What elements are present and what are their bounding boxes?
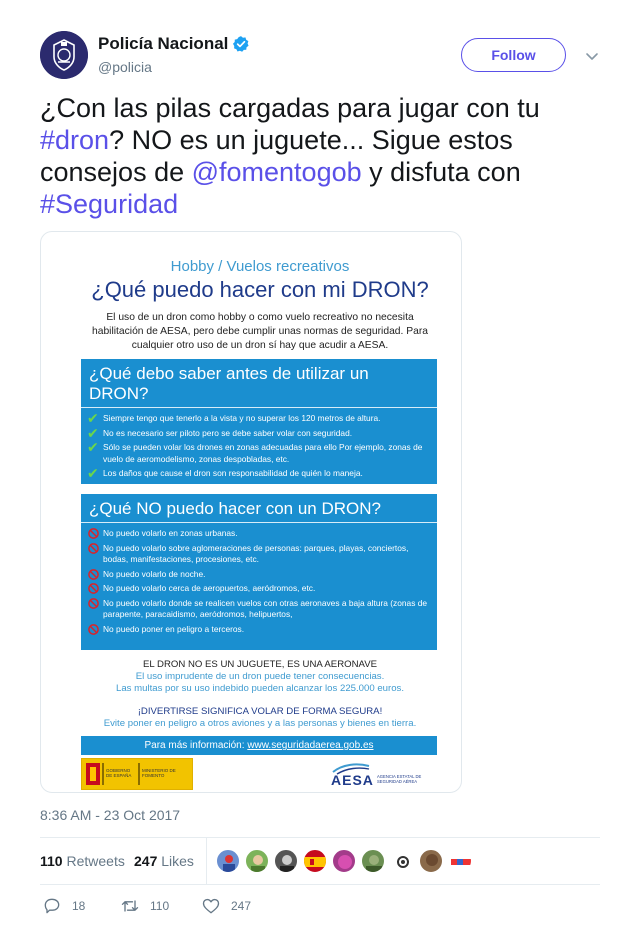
hashtag-dron-link[interactable]: #dron — [40, 125, 109, 155]
list-item-text: Los daños que cause el dron son responsa… — [103, 468, 363, 478]
avatar[interactable] — [361, 849, 385, 873]
avatar[interactable] — [303, 849, 327, 873]
prohibited-icon — [88, 528, 99, 539]
retweet-count: 110 — [150, 899, 170, 913]
aesa-logo: AESA AGENCIA ESTATAL DE SEGURIDAD AÉREA — [331, 762, 441, 790]
avatar[interactable] — [274, 849, 298, 873]
prohibited-icon — [88, 597, 99, 609]
poster-box-know: ¿Qué debo saber antes de utilizar un DRO… — [81, 359, 437, 484]
retweets-stat[interactable]: 110 Retweets — [40, 853, 125, 869]
poster-warning-line: El uso imprudente de un dron puede tener… — [135, 671, 385, 682]
prohibited-icon — [88, 568, 99, 580]
mention-fomentogob-link[interactable]: @fomentogob — [192, 157, 362, 187]
list-item-text: Siempre tengo que tenerlo a la vista y n… — [103, 413, 381, 423]
follow-button[interactable]: Follow — [461, 38, 566, 72]
avatar[interactable] — [332, 849, 356, 873]
heart-icon — [202, 898, 220, 914]
list-item: ✔ Siempre tengo que tenerlo a la vista y … — [81, 410, 437, 426]
aesa-full-name: AGENCIA ESTATAL DE SEGURIDAD AÉREA — [377, 774, 422, 784]
spain-government-logo: GOBIERNO DE ESPAÑA MINISTERIO DE FOMENTO — [81, 758, 193, 790]
avatar[interactable] — [245, 849, 269, 873]
ministry-label: MINISTERIO DE FOMENTO — [142, 768, 176, 778]
poster-info-url: www.seguridadaerea.gob.es — [247, 740, 374, 751]
stats-separator — [206, 838, 207, 884]
poster-safety-title: ¡DIVERTIRSE SIGNIFICA VOLAR DE FORMA SEG… — [137, 706, 383, 717]
list-item-text: Sólo se pueden volar los drones en zonas… — [103, 442, 423, 464]
poster-warning-line: Las multas por su uso indebido pueden al… — [115, 683, 404, 694]
prohibited-icon — [88, 623, 99, 635]
avatar[interactable] — [448, 849, 472, 873]
list-item: ✔ Los daños que cause el dron son respons… — [81, 465, 437, 481]
drone-safety-poster: Hobby / Vuelos recreativos ¿Qué puedo ha… — [79, 246, 441, 792]
poster-box-prohibited-title: ¿Qué NO puedo hacer con un DRON? — [81, 494, 437, 523]
poster-intro: El uso de un dron como hobby o como vuel… — [92, 312, 428, 351]
account-display-name[interactable]: Policía Nacional — [98, 34, 228, 54]
tweet-text: ¿Con las pilas cargadas para jugar con t… — [40, 92, 600, 220]
list-item-text: No puedo volarlo de noche. — [103, 568, 206, 579]
list-item-text: No puedo volarlo sobre aglomeraciones de… — [103, 542, 409, 565]
verified-badge-icon — [233, 36, 249, 52]
list-item-text: No puedo volarlo donde se realicen vuelo… — [103, 597, 428, 620]
list-item: ✔ Sólo se pueden volar los drones en zona… — [81, 439, 437, 465]
list-item-text: No puedo volarlo cerca de aeropuertos, a… — [103, 583, 316, 593]
list-item-text: No puedo poner en peligro a terceros. — [103, 623, 245, 634]
account-avatar[interactable] — [40, 31, 88, 79]
account-handle[interactable]: @policia — [98, 59, 152, 75]
hashtag-seguridad-link[interactable]: #Seguridad — [40, 189, 178, 219]
check-icon: ✔ — [87, 439, 99, 455]
poster-info-bar: Para más información: www.seguridadaerea… — [81, 736, 437, 755]
poster-box-prohibited: ¿Qué NO puedo hacer con un DRON? No pued… — [81, 494, 437, 650]
tweet-text-part: ¿Con las pilas cargadas para jugar con t… — [40, 93, 540, 123]
likes-label: Likes — [161, 853, 194, 869]
poster-title: ¿Qué puedo hacer con mi DRON? — [91, 277, 429, 302]
tweet-text-part: y disfuta con — [361, 157, 521, 187]
police-badge-icon — [40, 31, 88, 79]
poster-subtitle: Hobby / Vuelos recreativos — [170, 258, 350, 275]
poster-box-know-title: ¿Qué debo saber antes de utilizar un DRO… — [81, 359, 437, 408]
like-button[interactable]: 247 — [201, 896, 251, 916]
divider — [40, 884, 600, 885]
avatar[interactable] — [419, 849, 443, 873]
tweet-header: Policía Nacional @policia Follow — [40, 31, 600, 81]
chevron-down-icon[interactable] — [585, 49, 599, 63]
list-item: No puedo volarlo en zonas urbanas. — [81, 528, 437, 540]
likes-stat[interactable]: 247 Likes — [134, 853, 194, 869]
reply-count: 18 — [72, 899, 86, 913]
list-item: No puedo volarlo donde se realicen vuelo… — [81, 598, 437, 621]
poster-warning: EL DRON NO ES UN JUGUETE, ES UNA AERONAV… — [79, 659, 441, 695]
poster-warning-title: EL DRON NO ES UN JUGUETE, ES UNA AERONAV… — [142, 659, 378, 670]
check-icon: ✔ — [87, 410, 99, 426]
like-count: 247 — [231, 899, 252, 913]
list-item: No puedo poner en peligro a terceros. — [81, 624, 437, 636]
list-item: ✔ No es necesario ser piloto pero se debe… — [81, 424, 437, 441]
poster-info-label: Para más información: — [144, 740, 245, 751]
reply-button[interactable]: 18 — [42, 896, 85, 916]
prohibited-icon — [88, 542, 99, 554]
liker-avatars — [216, 849, 472, 873]
avatar[interactable] — [390, 849, 414, 873]
retweets-label: Retweets — [66, 853, 125, 869]
retweets-count: 110 — [40, 853, 63, 869]
list-item-text: No puedo volarlo en zonas urbanas. — [103, 528, 238, 538]
retweet-icon — [121, 900, 139, 912]
poster-safety: ¡DIVERTIRSE SIGNIFICA VOLAR DE FORMA SEG… — [79, 706, 441, 730]
prohibited-icon — [88, 583, 99, 594]
list-item: No puedo volarlo de noche. — [81, 569, 437, 581]
retweet-button[interactable]: 110 — [120, 896, 169, 916]
list-item-text: No es necesario ser piloto pero se debe … — [103, 427, 353, 438]
tweet-stats: 110 Retweets 247 Likes — [40, 838, 600, 884]
list-item: No puedo volarlo cerca de aeropuertos, a… — [81, 583, 437, 595]
list-item: No puedo volarlo sobre aglomeraciones de… — [81, 543, 437, 566]
tweet-actions: 18 110 247 — [40, 896, 600, 918]
tweet-timestamp[interactable]: 8:36 AM - 23 Oct 2017 — [40, 807, 180, 823]
likes-count: 247 — [134, 853, 158, 869]
reply-icon — [44, 898, 60, 914]
aesa-logo-text: AESA — [331, 772, 374, 788]
check-icon: ✔ — [87, 465, 99, 481]
tweet-media-image[interactable]: Hobby / Vuelos recreativos ¿Qué puedo ha… — [40, 231, 462, 793]
poster-safety-line: Evite poner en peligro a otros aviones y… — [103, 718, 417, 729]
avatar[interactable] — [216, 849, 240, 873]
check-icon: ✔ — [87, 424, 99, 441]
gov-label: GOBIERNO DE ESPAÑA — [106, 768, 132, 778]
